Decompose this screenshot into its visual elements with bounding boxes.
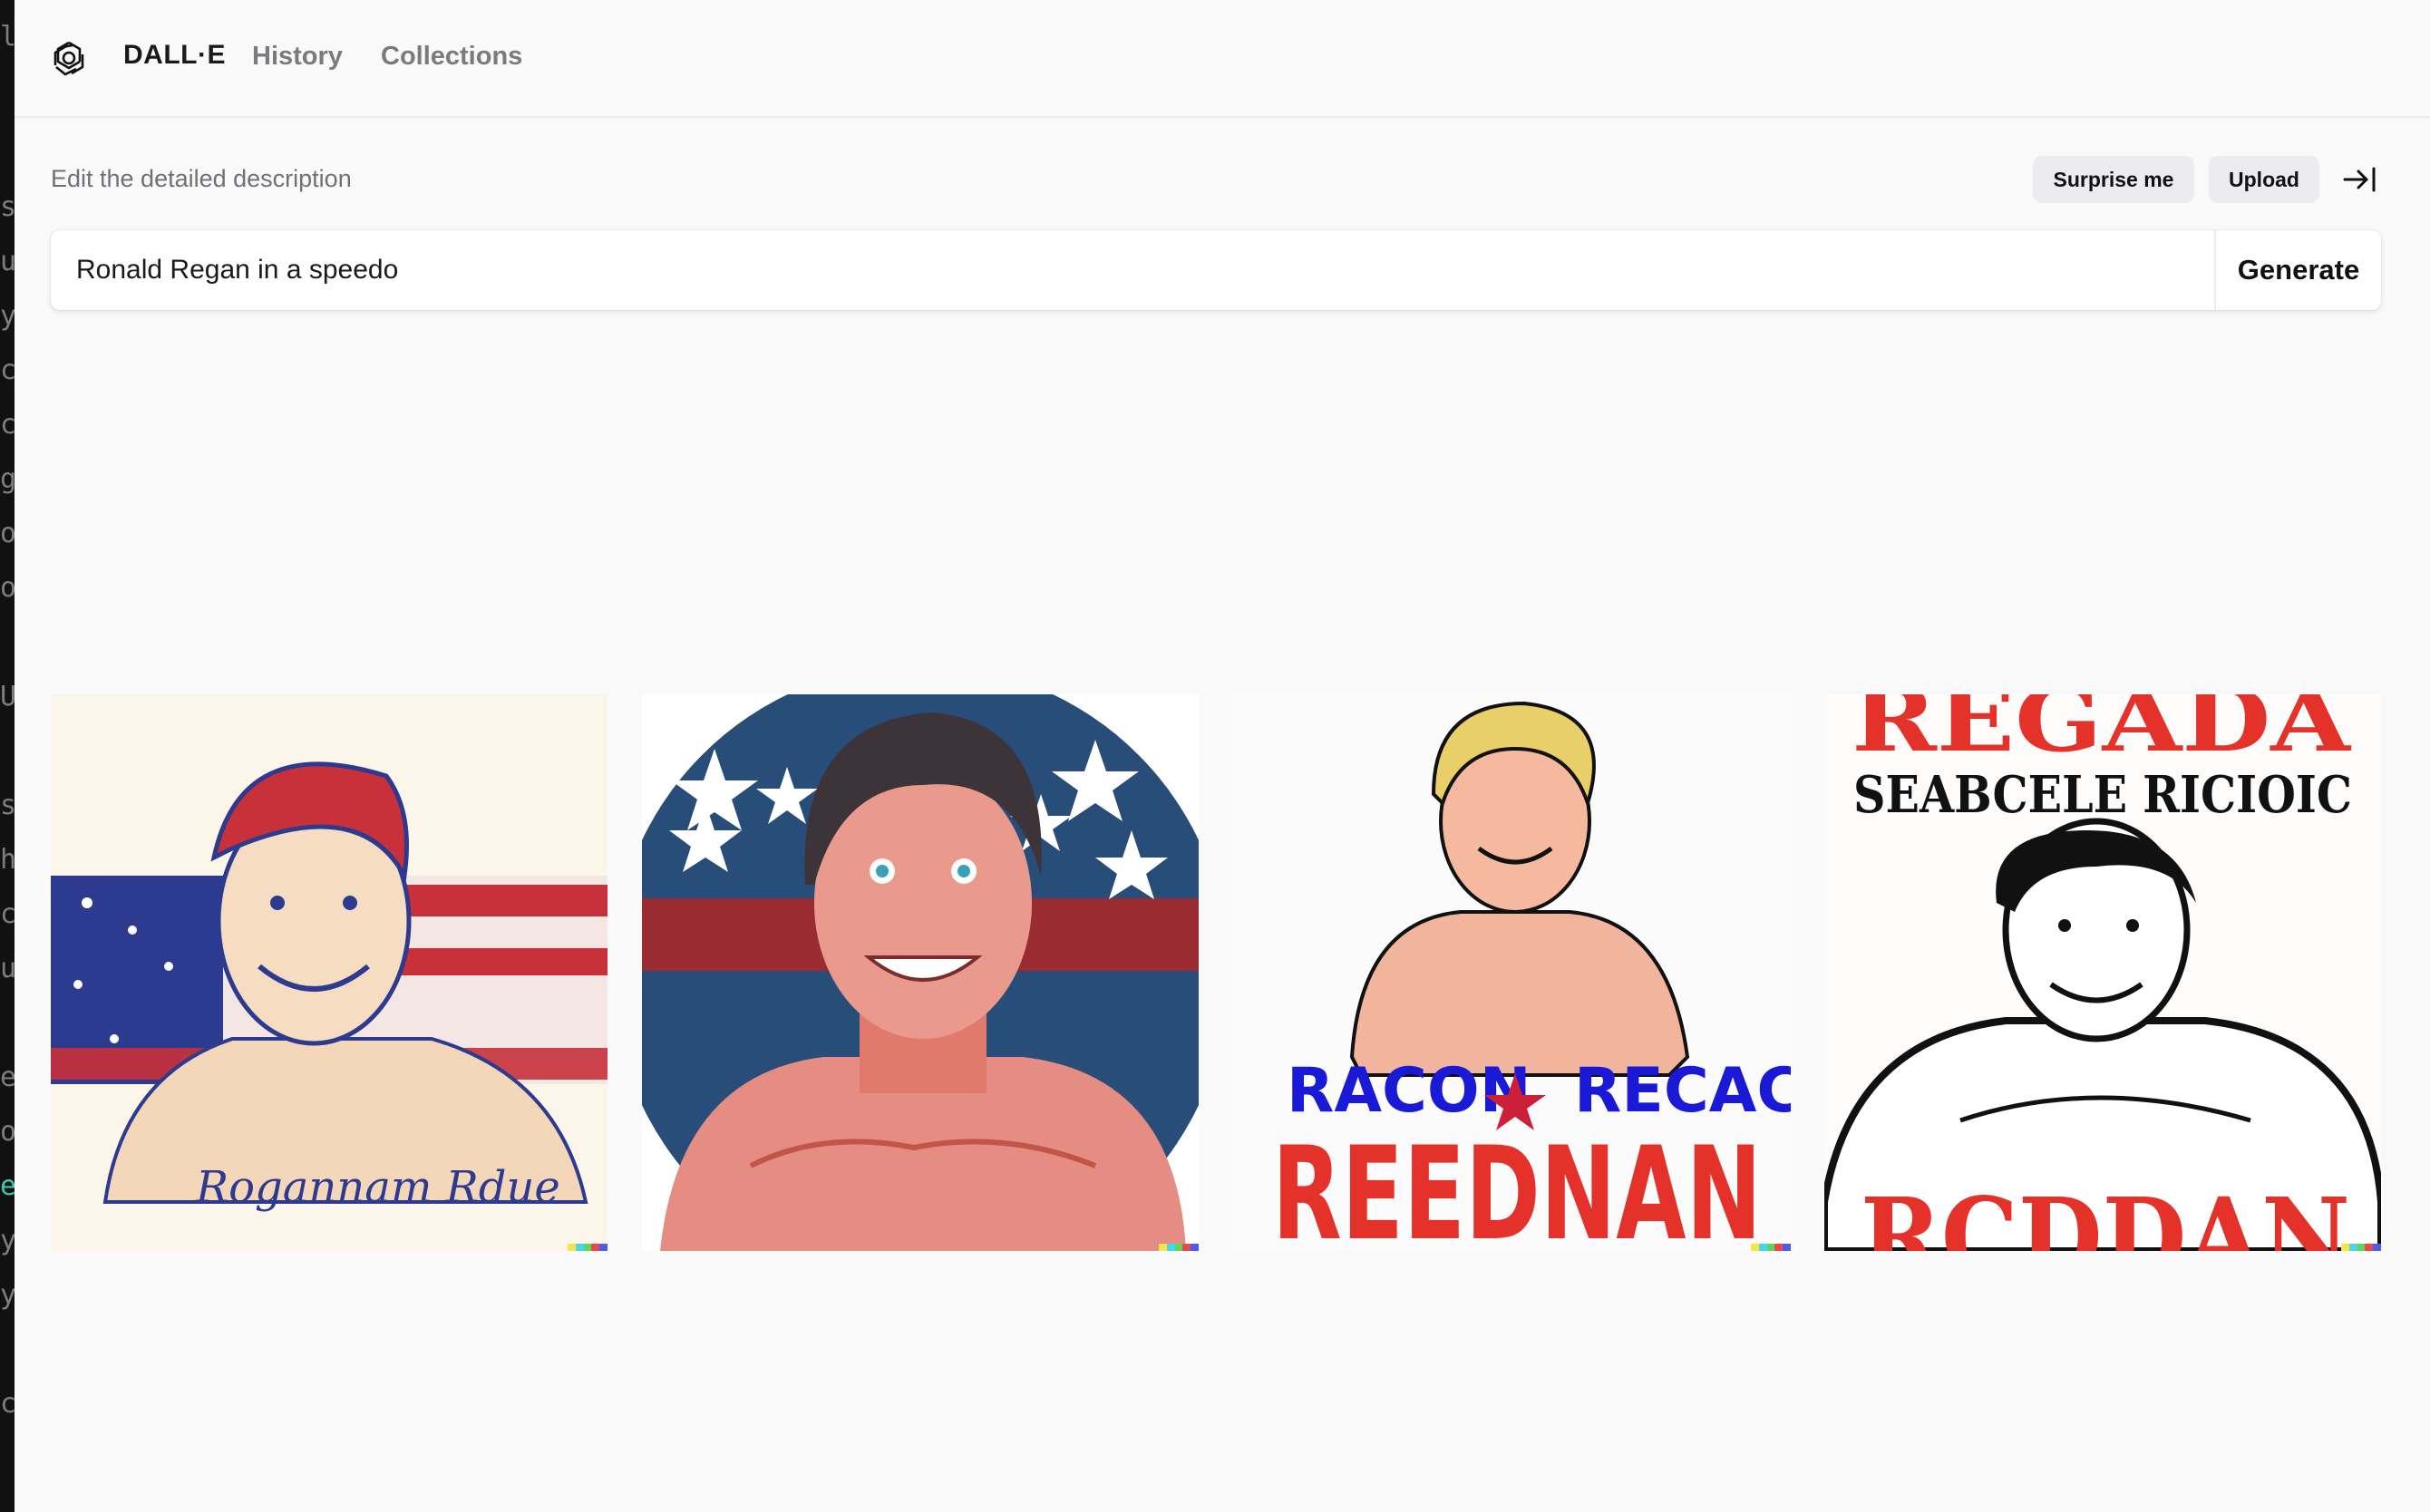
top-nav-bar: DALL·E History Collections bbox=[15, 0, 2430, 118]
art-text-right: RECACY bbox=[1574, 1055, 1791, 1127]
brand-title[interactable]: DALL·E bbox=[123, 40, 226, 71]
result-image-2[interactable] bbox=[642, 694, 1199, 1251]
result-image-1[interactable]: Rogannam Rdue bbox=[51, 694, 608, 1251]
watermark-signature bbox=[2341, 1244, 2381, 1251]
dalle-app-window: DALL·E History Collections Edit the deta… bbox=[15, 0, 2430, 1512]
prompt-box: Generate bbox=[51, 230, 2381, 310]
result-image-3[interactable]: RACON RECACY REEDNAN bbox=[1234, 694, 1791, 1251]
watermark-signature bbox=[1751, 1244, 1791, 1251]
prompt-input[interactable] bbox=[76, 230, 2198, 310]
generate-button[interactable]: Generate bbox=[2216, 230, 2381, 310]
art-text-main: REEDNAN bbox=[1272, 1119, 1762, 1251]
background-terminal-strip: l s u y c c g o o U s h c u e o e y y c bbox=[0, 0, 15, 1512]
surprise-me-button[interactable]: Surprise me bbox=[2033, 156, 2194, 203]
nav-collections-link[interactable]: Collections bbox=[381, 42, 522, 72]
image-results-grid: Rogannam Rdue RACON RECAC REEDNAN REGADA… bbox=[51, 694, 2381, 1251]
sketch-portrait-image: Rogannam Rdue bbox=[51, 694, 608, 1251]
art-text: Rogannam Rdue bbox=[195, 1162, 560, 1213]
art-text-top: REGADA bbox=[1852, 694, 2352, 771]
art-text-left: RACON bbox=[1287, 1055, 1531, 1127]
campaign-poster-image: RACON RECACY REEDNAN bbox=[1234, 694, 1791, 1251]
art-text-main: RCDDAN bbox=[1861, 1174, 2350, 1251]
art-text-sub: SEABCELE RICIOIC bbox=[1853, 765, 2352, 825]
flag-portrait-image bbox=[642, 694, 1199, 1251]
result-image-4[interactable]: REGADA SEABCELE RICIOIC RCDDAN bbox=[1824, 694, 2381, 1251]
collapse-panel-icon[interactable] bbox=[2341, 161, 2379, 198]
watermark-signature bbox=[568, 1244, 608, 1251]
upload-button[interactable]: Upload bbox=[2209, 156, 2319, 203]
nav-history-link[interactable]: History bbox=[252, 42, 343, 72]
openai-logo-icon[interactable] bbox=[49, 38, 89, 78]
watermark-signature bbox=[1159, 1244, 1199, 1251]
bw-poster-image: REGADA SEABCELE RICIOIC RCDDAN bbox=[1824, 694, 2381, 1251]
prompt-label: Edit the detailed description bbox=[51, 165, 352, 192]
